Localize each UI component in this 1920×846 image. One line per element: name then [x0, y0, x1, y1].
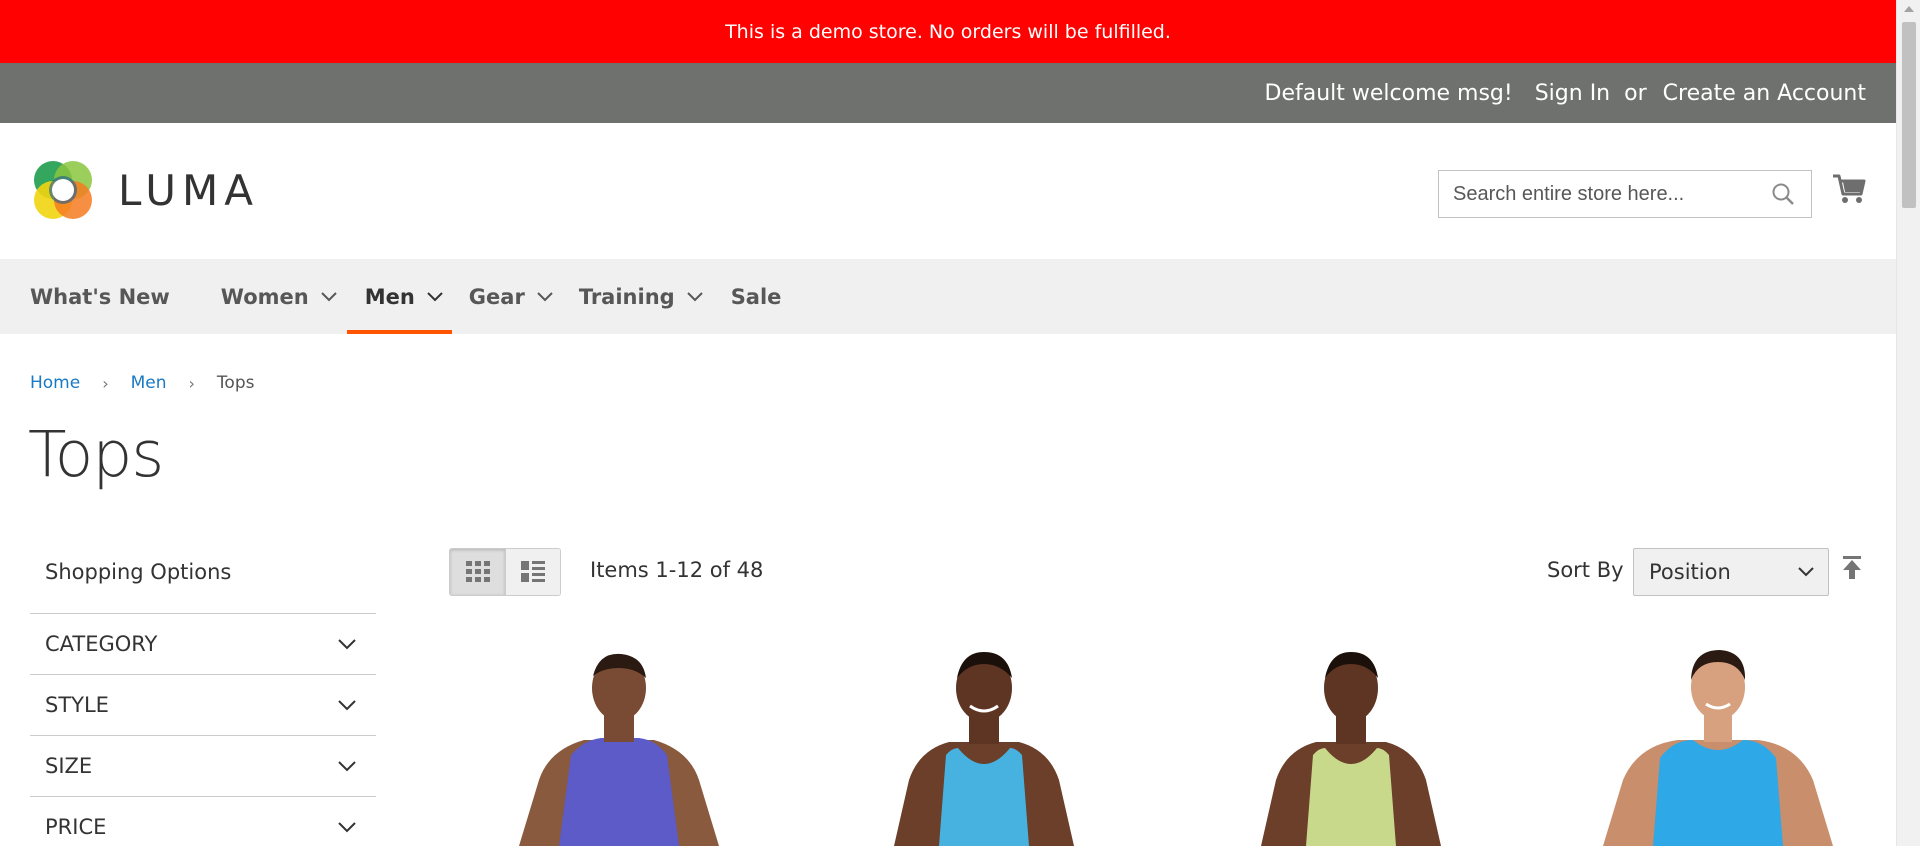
sort-by-value: Position	[1649, 560, 1731, 584]
grid-icon	[465, 561, 490, 582]
nav-item-sale[interactable]: Sale	[731, 259, 782, 334]
sort-direction-arrow-icon[interactable]	[1842, 556, 1862, 584]
nav-item-men[interactable]: Men	[346, 259, 452, 334]
product-item[interactable]	[1221, 640, 1481, 846]
search-icon[interactable]	[1771, 182, 1795, 210]
nav-item-label: Men	[364, 284, 415, 309]
chevron-down-icon	[537, 291, 553, 301]
breadcrumb-men-link[interactable]: Men	[131, 373, 167, 393]
chevron-down-icon	[338, 760, 356, 771]
filter-label: PRICE	[45, 815, 107, 839]
nav-item-label: What's New	[30, 284, 170, 309]
breadcrumb: Home › Men › Tops	[30, 373, 254, 393]
product-item[interactable]	[1588, 640, 1848, 846]
nav-item-label: Gear	[468, 284, 525, 309]
breadcrumb-home-link[interactable]: Home	[30, 373, 80, 393]
main-navigation: What's New Women Men Gear Training Sale	[0, 259, 1896, 334]
nav-item-women[interactable]: Women	[221, 259, 337, 334]
filter-label: SIZE	[45, 754, 93, 778]
shopping-options-title: Shopping Options	[30, 548, 376, 614]
filter-style[interactable]: STYLE	[30, 675, 376, 736]
scrollbar-thumb[interactable]	[1902, 22, 1916, 208]
luma-logo[interactable]: LUMA	[30, 157, 259, 223]
product-item[interactable]	[854, 640, 1114, 846]
list-view-button[interactable]	[505, 549, 560, 595]
list-icon	[521, 561, 545, 582]
search-input[interactable]	[1439, 182, 1759, 206]
header-links-bar: Default welcome msg! Sign In or Create a…	[0, 63, 1896, 123]
scroll-up-arrow-icon[interactable]	[1904, 6, 1914, 12]
breadcrumb-separator-icon: ›	[188, 373, 195, 393]
product-image	[1261, 652, 1441, 846]
chevron-down-icon	[338, 821, 356, 832]
product-image	[519, 653, 719, 846]
page: This is a demo store. No orders will be …	[0, 0, 1896, 846]
filter-size[interactable]: SIZE	[30, 736, 376, 797]
nav-item-whats-new[interactable]: What's New	[30, 259, 170, 334]
items-count: Items 1-12 of 48	[590, 558, 764, 582]
chevron-down-icon	[320, 291, 337, 301]
chevron-down-icon	[686, 291, 703, 301]
search-box	[1438, 170, 1812, 218]
nav-item-training[interactable]: Training	[579, 259, 703, 334]
nav-item-label: Sale	[730, 284, 782, 309]
sort-by-label: Sort By	[1547, 558, 1624, 582]
chevron-down-icon	[338, 638, 356, 649]
product-image	[894, 652, 1074, 846]
page-scrollbar[interactable]	[1896, 0, 1920, 846]
sign-in-link[interactable]: Sign In	[1535, 81, 1610, 106]
grid-view-button[interactable]	[450, 549, 505, 595]
nav-item-label: Training	[578, 284, 675, 309]
filter-label: STYLE	[45, 693, 109, 717]
nav-item-label: Women	[220, 284, 309, 309]
chevron-down-icon	[338, 699, 356, 710]
view-mode-switcher	[449, 548, 561, 596]
chevron-down-icon	[427, 291, 443, 301]
product-image	[1603, 650, 1833, 846]
product-item[interactable]	[489, 640, 749, 846]
products-toolbar: Items 1-12 of 48 Sort By Position	[449, 548, 1864, 596]
nav-item-gear[interactable]: Gear	[469, 259, 553, 334]
site-header: LUMA	[0, 123, 1896, 259]
cart-icon[interactable]	[1832, 173, 1866, 209]
filter-sidebar: Shopping Options CATEGORY STYLE SIZE PRI…	[30, 548, 376, 846]
welcome-message: Default welcome msg!	[1264, 80, 1513, 106]
demo-notice-bar: This is a demo store. No orders will be …	[0, 0, 1896, 63]
page-title: Tops	[28, 418, 164, 491]
filter-label: CATEGORY	[45, 632, 158, 656]
create-account-link[interactable]: Create an Account	[1663, 81, 1866, 106]
luma-logo-icon	[34, 161, 92, 219]
filter-price[interactable]: PRICE	[30, 797, 376, 846]
breadcrumb-current: Tops	[216, 373, 255, 393]
or-text: or	[1624, 80, 1647, 106]
sort-by-select[interactable]: Position	[1633, 548, 1829, 596]
filter-category[interactable]: CATEGORY	[30, 614, 376, 675]
chevron-down-icon	[1798, 567, 1814, 577]
logo-wordmark: LUMA	[118, 165, 260, 215]
breadcrumb-separator-icon: ›	[102, 373, 109, 393]
product-grid	[449, 640, 1864, 846]
demo-notice-text: This is a demo store. No orders will be …	[725, 20, 1171, 43]
